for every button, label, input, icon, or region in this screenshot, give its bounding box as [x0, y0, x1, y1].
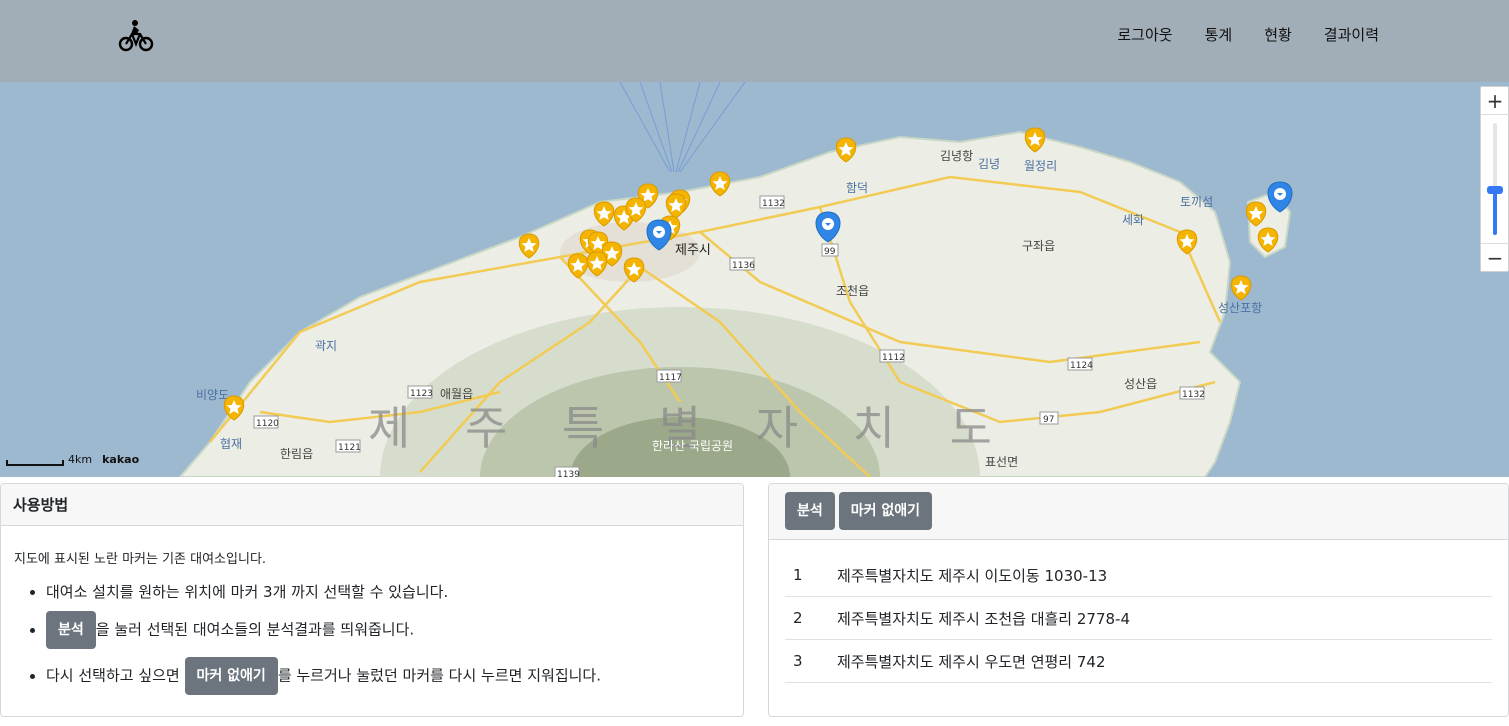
road-label: 1132	[762, 199, 785, 209]
place-label: 토끼섬	[1180, 195, 1213, 209]
usage-step: 다시 선택하고 싶으면 마커 없애기를 누르거나 눌렀던 마커를 다시 누르면 …	[46, 657, 743, 695]
analyze-button[interactable]: 분석	[785, 492, 835, 530]
usage-step-text: 을 눌러 선택된 대여소들의 분석결과를 띄워줍니다.	[95, 620, 415, 639]
bicycle-icon[interactable]	[118, 18, 154, 54]
usage-card: 사용방법 지도에 표시된 노란 마커는 기존 대여소입니다. 대여소 설치를 원…	[0, 483, 744, 717]
place-label: 김녕	[978, 157, 1000, 171]
clear-markers-button[interactable]: 마커 없애기	[838, 492, 933, 530]
zoom-in-button[interactable]: +	[1481, 87, 1509, 115]
place-label: 곽지	[315, 339, 337, 353]
road-label: 1123	[410, 389, 433, 399]
place-label: 월정리	[1024, 159, 1057, 173]
road-label: 97	[1043, 415, 1054, 425]
zoom-out-button[interactable]: −	[1481, 243, 1509, 271]
place-label: 김녕항	[940, 149, 973, 163]
road-label: 1120	[256, 419, 279, 429]
map-scale: 4km kakao	[6, 453, 140, 466]
results-list: 1 제주특별자치도 제주시 이도이동 1030-13 2 제주특별자치도 제주시…	[769, 554, 1508, 683]
map-view[interactable]: 제 주 특 별 자 치 도 제주시 조천읍 구좌읍 성산읍 표선면 애월읍 한림…	[0, 82, 1509, 477]
usage-step-text: 를 누르거나 눌렀던 마커를 다시 누르면 지워집니다.	[277, 666, 601, 685]
row-address: 제주특별자치도 제주시 조천읍 대흘리 2778-4	[837, 609, 1131, 628]
place-label: 협재	[220, 437, 242, 451]
inline-analyze-button[interactable]: 분석	[46, 611, 96, 649]
place-label: 함덕	[846, 181, 868, 195]
usage-intro: 지도에 표시된 노란 마커는 기존 대여소입니다.	[14, 552, 267, 567]
place-label: 조천읍	[836, 283, 869, 298]
inline-clear-markers-button[interactable]: 마커 없애기	[184, 657, 278, 695]
top-navbar: 로그아웃 통계 현황 결과이력	[0, 0, 1509, 82]
usage-step: 대여소 설치를 원하는 위치에 마커 3개 까지 선택할 수 있습니다.	[46, 581, 743, 603]
road-label: 1112	[882, 353, 905, 363]
place-label: 구좌읍	[1022, 239, 1055, 253]
table-row: 2 제주특별자치도 제주시 조천읍 대흘리 2778-4	[785, 597, 1492, 640]
row-index: 3	[793, 652, 803, 670]
usage-step: 분석을 눌러 선택된 대여소들의 분석결과를 띄워줍니다.	[46, 611, 743, 649]
nav-status[interactable]: 현황	[1248, 24, 1308, 46]
zoom-slider-fill	[1493, 191, 1497, 235]
nav-statistics[interactable]: 통계	[1189, 24, 1249, 46]
usage-title: 사용방법	[1, 484, 743, 526]
row-index: 2	[793, 609, 803, 627]
scale-bar	[6, 460, 64, 466]
nav-menu: 로그아웃 통계 현황 결과이력	[1101, 24, 1395, 46]
table-row: 3 제주특별자치도 제주시 우도면 연평리 742	[785, 640, 1492, 683]
road-label: 1124	[1070, 361, 1093, 371]
results-card: 분석 마커 없애기 1 제주특별자치도 제주시 이도이동 1030-13 2 제…	[768, 483, 1509, 717]
table-row: 1 제주특별자치도 제주시 이도이동 1030-13	[785, 554, 1492, 597]
road-label: 1121	[338, 443, 361, 453]
usage-step-text: 대여소 설치를 원하는 위치에 마커 3개 까지 선택할 수 있습니다.	[46, 583, 449, 601]
nav-logout[interactable]: 로그아웃	[1101, 24, 1188, 46]
row-index: 1	[793, 566, 803, 584]
road-label: 1132	[1182, 390, 1205, 400]
row-address: 제주특별자치도 제주시 이도이동 1030-13	[837, 566, 1108, 585]
place-label: 비양도	[196, 388, 229, 402]
place-label: 성산포항	[1218, 301, 1262, 315]
usage-step-text: 다시 선택하고 싶으면	[46, 666, 180, 685]
station-marker	[1230, 275, 1252, 301]
zoom-control: + −	[1480, 86, 1509, 272]
place-label: 애월읍	[440, 387, 473, 401]
zoom-slider-handle[interactable]	[1487, 186, 1503, 194]
road-label: 1139	[557, 470, 580, 477]
row-address: 제주특별자치도 제주시 우도면 연평리 742	[837, 652, 1106, 671]
scale-label: 4km	[68, 453, 93, 466]
results-toolbar: 분석 마커 없애기	[769, 484, 1508, 540]
place-label: 제주시	[675, 243, 711, 258]
place-label: 표선면	[985, 455, 1018, 469]
road-label: 1136	[732, 261, 755, 271]
nav-history[interactable]: 결과이력	[1308, 24, 1395, 46]
road-label: 99	[824, 247, 836, 257]
place-label: 성산읍	[1124, 377, 1157, 391]
place-label: 한림읍	[280, 447, 313, 461]
road-label: 1117	[659, 373, 682, 383]
place-label: 세화	[1122, 213, 1144, 227]
map-canvas: 제 주 특 별 자 치 도 제주시 조천읍 구좌읍 성산읍 표선면 애월읍 한림…	[178, 82, 1293, 477]
usage-steps: 대여소 설치를 원하는 위치에 마커 3개 까지 선택할 수 있습니다. 분석을…	[46, 581, 743, 695]
place-label: 한라산 국립공원	[652, 439, 733, 453]
map-attribution: kakao	[102, 453, 140, 466]
